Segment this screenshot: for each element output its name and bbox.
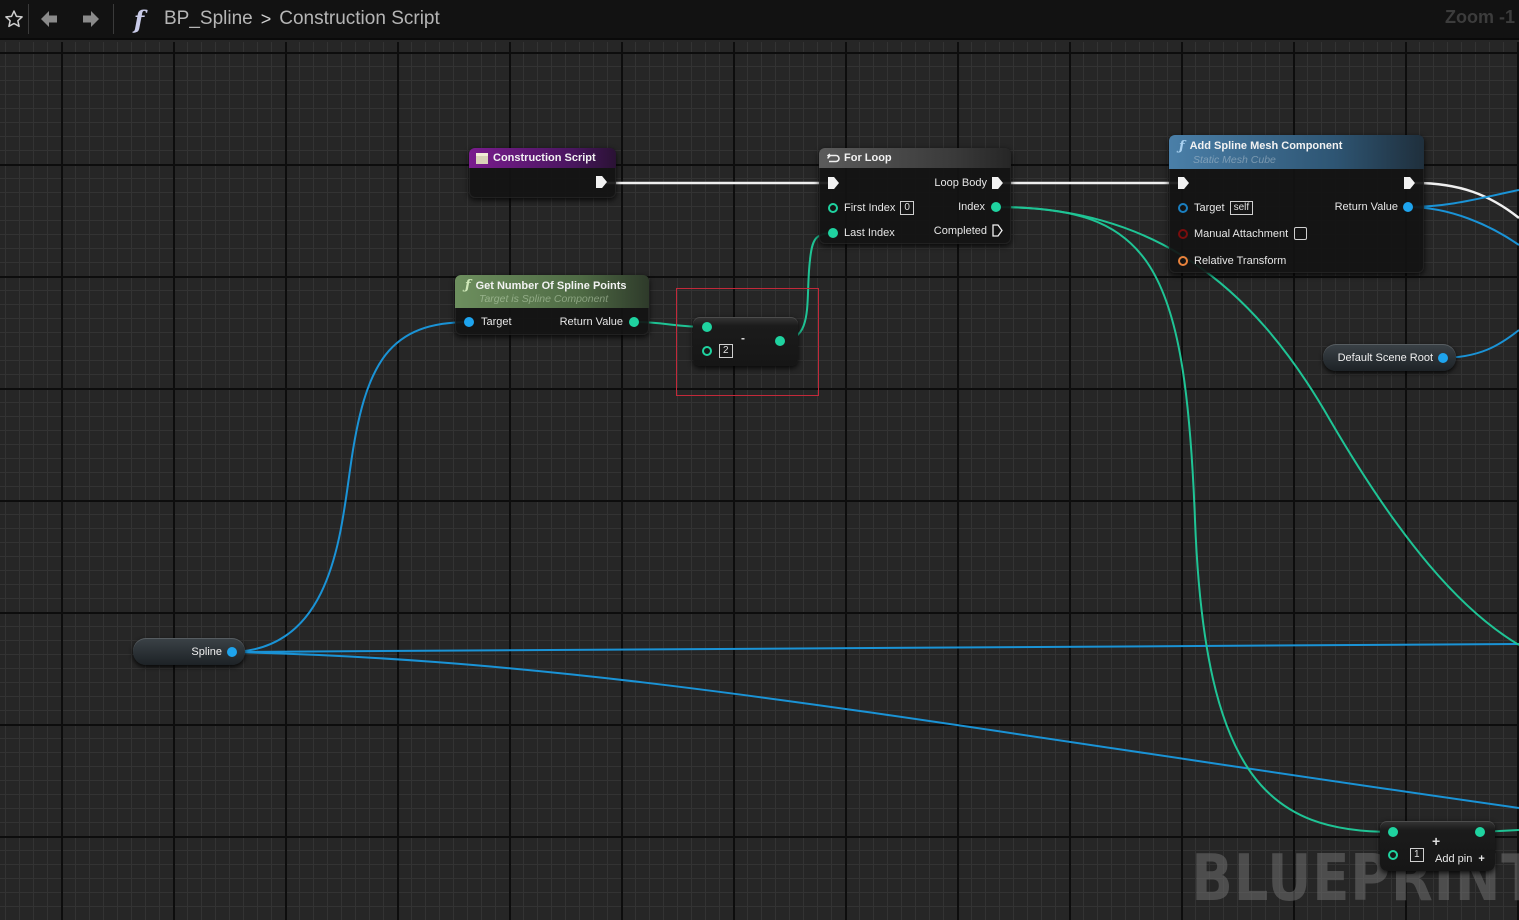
exec-output-pin[interactable]	[1404, 177, 1415, 189]
pin-target: Target self	[1178, 201, 1254, 215]
int-output-pin[interactable]	[629, 317, 639, 327]
loop-icon	[826, 152, 840, 162]
pin-label: Target	[481, 316, 512, 328]
for-loop-node[interactable]: For Loop First Index 0 Last Index Loop B…	[819, 148, 1011, 244]
exec-input-pin[interactable]	[828, 177, 839, 189]
exec-output-pin[interactable]	[992, 177, 1003, 189]
pin-return-value: Return Value	[560, 316, 639, 328]
add-operator-label: +	[1432, 833, 1441, 849]
pin-label: Target	[1194, 202, 1225, 214]
int-output-pin[interactable]	[775, 336, 785, 346]
function-icon: ƒ	[465, 278, 471, 293]
pin-target: Target	[464, 316, 512, 328]
exec-output-pin[interactable]	[596, 176, 607, 188]
star-outline-icon	[5, 10, 23, 28]
object-output-pin[interactable]	[1438, 352, 1448, 363]
node-subtitle: Target is Spline Component	[479, 293, 609, 305]
pin-label: Return Value	[559, 316, 623, 328]
int-input-pin[interactable]	[1388, 850, 1398, 860]
exec-output-pin-hollow[interactable]	[992, 224, 1003, 237]
function-icon: ƒ	[1179, 138, 1185, 154]
bool-input-pin[interactable]	[1178, 228, 1188, 239]
event-icon	[476, 152, 488, 164]
int-input-pin[interactable]	[1388, 827, 1398, 837]
pin-label: Last Index	[844, 227, 895, 239]
subtract-value-field[interactable]: 2	[719, 344, 733, 358]
node-header: ƒ Add Spline Mesh Component Static Mesh …	[1169, 135, 1424, 169]
exec-input-pin[interactable]	[1178, 177, 1189, 189]
node-subtitle: Static Mesh Cube	[1193, 153, 1276, 166]
int-input-pin[interactable]	[828, 228, 838, 238]
node-title: For Loop	[844, 152, 892, 164]
plus-icon: +	[1478, 853, 1485, 865]
get-number-of-spline-points-node[interactable]: ƒ Get Number Of Spline Points Target is …	[455, 275, 649, 335]
add-spline-mesh-component-node[interactable]: ƒ Add Spline Mesh Component Static Mesh …	[1169, 135, 1424, 273]
object-input-pin[interactable]	[1178, 203, 1188, 213]
add-node[interactable]: 1 + Add pin +	[1380, 821, 1495, 871]
node-header: For Loop	[819, 148, 1011, 168]
variable-label: Default Scene Root	[1337, 351, 1433, 364]
pin-first-index: First Index 0	[828, 201, 914, 215]
pin-label: Loop Body	[934, 177, 987, 189]
node-header: ƒ Get Number Of Spline Points Target is …	[455, 275, 649, 308]
object-input-pin[interactable]	[464, 317, 474, 327]
subtract-operator-label: -	[741, 331, 745, 345]
zoom-level-label: Zoom -1	[1445, 7, 1515, 27]
pin-label: Completed	[933, 224, 987, 237]
object-output-pin[interactable]	[1403, 202, 1413, 212]
pin-label: Return Value	[1334, 201, 1398, 213]
arrow-left-icon	[41, 11, 57, 27]
subtract-node[interactable]: 2 -	[693, 317, 798, 366]
spline-variable-node[interactable]: Spline	[133, 638, 245, 665]
node-title: Construction Script	[493, 152, 596, 164]
favorite-button[interactable]	[0, 0, 28, 39]
breadcrumb-blueprint[interactable]: BP_Spline	[164, 8, 253, 30]
pin-last-index: Last Index	[828, 227, 895, 239]
arrow-right-icon	[83, 11, 99, 27]
pin-completed: Completed	[934, 224, 1003, 237]
variable-label: Spline	[191, 645, 222, 658]
node-title: Get Number Of Spline Points	[475, 279, 627, 292]
object-output-pin[interactable]	[227, 646, 237, 657]
int-input-pin[interactable]	[702, 346, 712, 356]
breadcrumb-graph[interactable]: Construction Script	[279, 8, 440, 30]
int-input-pin[interactable]	[702, 322, 712, 332]
target-value-field[interactable]: self	[1229, 201, 1254, 215]
graph-toolbar: f BP_Spline > Construction Script Zoom -…	[0, 0, 1519, 40]
breadcrumb-separator: >	[260, 8, 272, 29]
int-output-pin[interactable]	[991, 202, 1001, 212]
pin-label: Index	[958, 201, 985, 213]
pin-label: Relative Transform	[1194, 255, 1287, 267]
function-f-icon: f	[133, 4, 145, 34]
back-button[interactable]	[29, 0, 69, 39]
pin-label: First Index	[844, 202, 896, 214]
transform-input-pin[interactable]	[1178, 256, 1188, 266]
int-output-pin[interactable]	[1475, 827, 1485, 837]
forward-button[interactable]	[69, 0, 113, 39]
int-input-pin[interactable]	[828, 203, 838, 213]
manual-attachment-checkbox[interactable]	[1294, 227, 1308, 240]
pin-label: Manual Attachment	[1194, 227, 1289, 240]
node-header: Construction Script	[469, 148, 616, 168]
pin-return-value: Return Value	[1335, 201, 1413, 213]
node-title: Add Spline Mesh Component	[1189, 140, 1343, 152]
add-pin-label: Add pin	[1435, 853, 1473, 865]
add-pin-button[interactable]: Add pin +	[1435, 853, 1485, 865]
add-value-field[interactable]: 1	[1410, 848, 1424, 862]
pin-manual-attachment: Manual Attachment	[1178, 227, 1308, 240]
pin-loop-body: Loop Body	[934, 177, 1003, 189]
pin-index: Index	[958, 201, 1001, 213]
construction-script-node[interactable]: Construction Script	[469, 148, 616, 198]
pin-relative-transform: Relative Transform	[1178, 255, 1286, 267]
first-index-value-field[interactable]: 0	[900, 201, 914, 215]
default-scene-root-variable-node[interactable]: Default Scene Root	[1323, 344, 1456, 371]
